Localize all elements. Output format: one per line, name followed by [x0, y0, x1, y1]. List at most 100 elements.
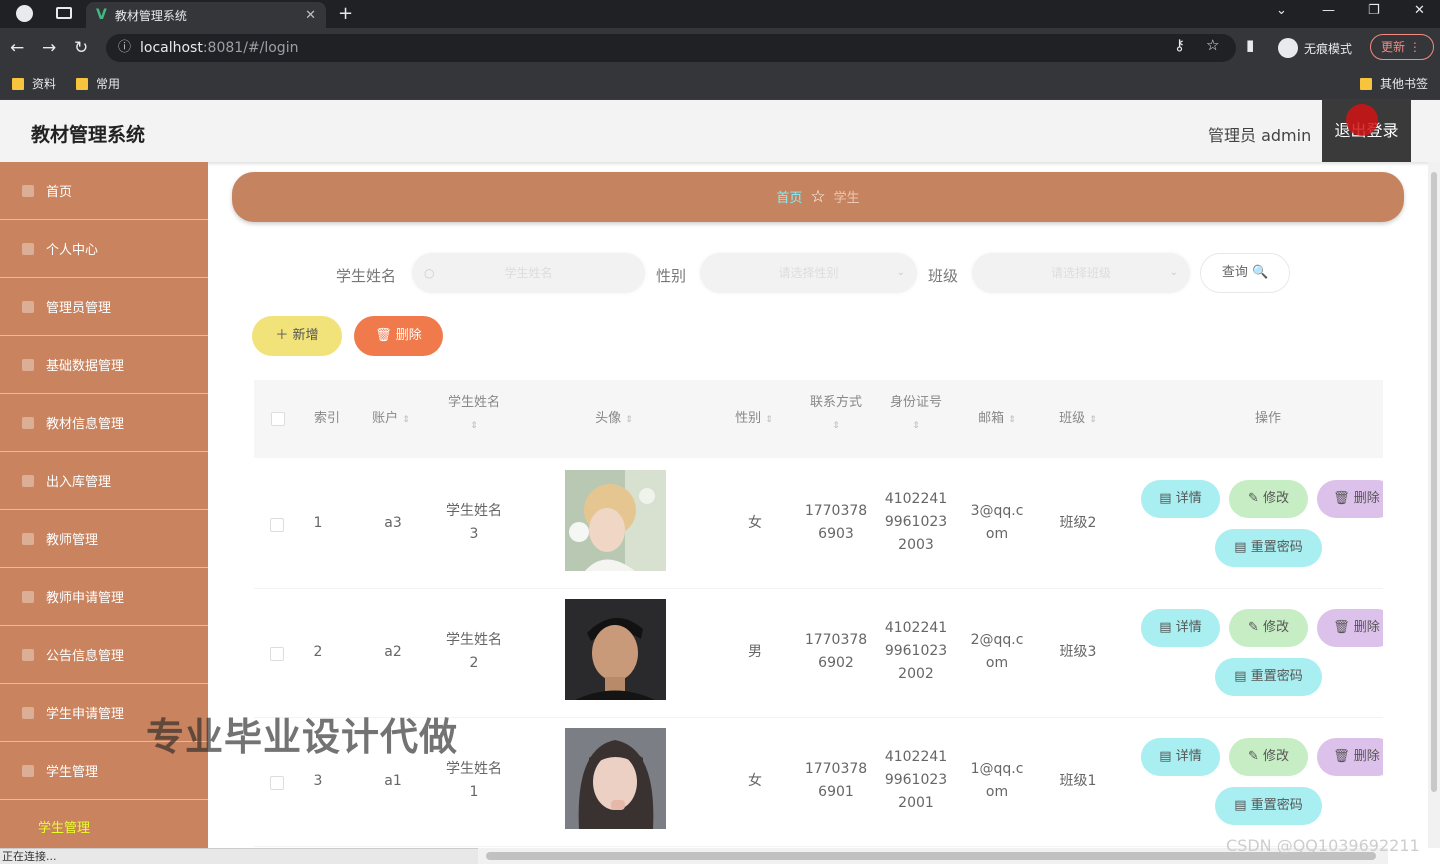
address-bar: ← → ↻ ⓘ localhost:8081/#/login ⚷ ☆ ▮ 无痕模…: [0, 28, 1440, 68]
sidebar-item-teacher-apply[interactable]: 教师申请管理: [0, 568, 208, 626]
sidebar-item-label: 出入库管理: [46, 475, 112, 490]
browser-tab[interactable]: V 教材管理系统 ✕: [86, 2, 326, 28]
edit-button[interactable]: ✎ 修改: [1229, 480, 1308, 518]
select-all-checkbox[interactable]: [271, 412, 285, 426]
name-search-input[interactable]: ○ 学生姓名: [412, 253, 645, 293]
browser-profile-icon[interactable]: [16, 5, 33, 22]
gender-label: 性别: [656, 267, 687, 285]
sidebar-item-profile[interactable]: 个人中心: [0, 220, 208, 278]
url-input[interactable]: ⓘ localhost:8081/#/login: [106, 34, 1236, 62]
sidepanel-icon[interactable]: ▮: [1246, 36, 1254, 54]
home-icon: [22, 184, 34, 197]
scrollbar-thumb[interactable]: [1431, 172, 1437, 792]
th-account-label: 账户: [372, 411, 399, 426]
th-gender-label: 性别: [735, 411, 762, 426]
key-icon[interactable]: ⚷: [1174, 36, 1185, 54]
app-title: 教材管理系统: [31, 124, 146, 146]
apply-icon: [22, 590, 34, 603]
cell-phone: 1770378 6902: [804, 632, 868, 671]
th-avatar-label: 头像: [595, 411, 622, 426]
avatar-photo-female-blonde: [565, 470, 666, 571]
table-header: 索引 账户 ⇕ 学生姓名 ⇕ 头像 ⇕ 性别 ⇕ 联系方式 ⇕ 身份证号 ⇕ 邮箱 ⇕…: [254, 380, 1383, 458]
incognito-icon: [1278, 38, 1298, 58]
edit-button[interactable]: ✎ 修改: [1229, 738, 1308, 776]
sidebar-item-teacher[interactable]: 教师管理: [0, 510, 208, 568]
delete-button[interactable]: 🗑 删除: [1317, 738, 1383, 776]
breadcrumb-home[interactable]: 首页: [776, 191, 802, 206]
reset-password-button[interactable]: ▤ 重置密码: [1215, 658, 1322, 696]
th-gender[interactable]: 性别 ⇕: [704, 408, 804, 431]
th-phone-label: 联系方式: [809, 395, 862, 410]
back-icon[interactable]: ←: [10, 38, 24, 58]
batch-delete-button[interactable]: 🗑 删除: [354, 316, 443, 356]
th-idcard-label: 身份证号: [889, 395, 942, 410]
row-checkbox[interactable]: [270, 776, 284, 790]
detail-button[interactable]: ▤ 详情: [1141, 738, 1220, 776]
th-name[interactable]: 学生姓名 ⇕: [434, 392, 514, 437]
student-icon: [22, 764, 34, 777]
tab-close-icon[interactable]: ✕: [305, 8, 316, 23]
tab-search-icon[interactable]: [56, 7, 72, 19]
minimize-icon[interactable]: —: [1322, 3, 1335, 18]
edit-button[interactable]: ✎ 修改: [1229, 609, 1308, 647]
sidebar-item-notice[interactable]: 公告信息管理: [0, 626, 208, 684]
new-tab-button[interactable]: +: [338, 3, 353, 24]
detail-button[interactable]: ▤ 详情: [1141, 609, 1220, 647]
tab-title: 教材管理系统: [114, 8, 187, 23]
th-account[interactable]: 账户 ⇕: [360, 408, 422, 431]
bookmark-folder-0[interactable]: 资料: [12, 75, 56, 92]
user-icon: [22, 242, 34, 255]
bookmark-star-icon[interactable]: ☆: [1206, 36, 1219, 54]
detail-button[interactable]: ▤ 详情: [1141, 480, 1220, 518]
tab-list-icon[interactable]: ⌄: [1276, 3, 1287, 18]
row-checkbox[interactable]: [270, 518, 284, 532]
sidebar-item-label: 首页: [46, 185, 73, 200]
sidebar-subitem-student[interactable]: 学生管理: [0, 800, 208, 848]
sidebar-item-admin[interactable]: 管理员管理: [0, 278, 208, 336]
sidebar-item-home[interactable]: 首页: [0, 162, 208, 220]
th-avatar[interactable]: 头像 ⇕: [554, 408, 674, 431]
cell-idcard: 4102241 9961023 2003: [884, 491, 948, 553]
gender-select[interactable]: 请选择性别 ⌄: [700, 253, 917, 293]
delete-button[interactable]: 🗑 删除: [1317, 609, 1383, 647]
th-idcard[interactable]: 身份证号 ⇕: [876, 392, 956, 437]
vertical-scrollbar[interactable]: [1428, 162, 1440, 848]
th-phone[interactable]: 联系方式 ⇕: [796, 392, 876, 437]
th-name-label: 学生姓名: [447, 395, 500, 410]
bookmark-folder-1[interactable]: 常用: [76, 75, 120, 92]
restore-icon[interactable]: ❐: [1368, 3, 1380, 18]
other-bookmarks[interactable]: 其他书签: [1360, 75, 1428, 92]
forward-icon[interactable]: →: [42, 38, 56, 58]
class-select[interactable]: 请选择班级 ⌄: [972, 253, 1190, 293]
th-index: 索引: [313, 411, 340, 426]
site-info-icon[interactable]: ⓘ: [118, 34, 131, 62]
th-operation: 操作: [1254, 411, 1281, 426]
reload-icon[interactable]: ↻: [74, 38, 88, 58]
th-email[interactable]: 邮箱 ⇕: [960, 408, 1034, 431]
update-button[interactable]: 更新 ⋮: [1370, 34, 1434, 60]
sidebar-item-basedata[interactable]: 基础数据管理: [0, 336, 208, 394]
table-row: 1 a3 学生姓名 3 女 1770378 6903 4102241 99610…: [254, 460, 1383, 589]
close-window-icon[interactable]: ✕: [1414, 3, 1425, 18]
cell-index: 2: [313, 644, 323, 660]
cell-name: 学生姓名 2: [446, 632, 502, 671]
folder-icon: [76, 77, 88, 90]
student-table: 索引 账户 ⇕ 学生姓名 ⇕ 头像 ⇕ 性别 ⇕ 联系方式 ⇕ 身份证号 ⇕ 邮箱 ⇕…: [254, 380, 1383, 848]
mouse-cursor-highlight: [1346, 104, 1378, 136]
add-button[interactable]: ＋ 新增: [252, 316, 342, 356]
table-row: 2 a2 学生姓名 2 男 1770378 6902 4102241 99610…: [254, 589, 1383, 718]
sidebar-item-textbook[interactable]: 教材信息管理: [0, 394, 208, 452]
reset-password-button[interactable]: ▤ 重置密码: [1215, 529, 1322, 567]
delete-button[interactable]: 🗑 删除: [1317, 480, 1383, 518]
row-checkbox[interactable]: [270, 647, 284, 661]
sidebar-item-label: 个人中心: [46, 243, 99, 258]
sort-icon: ⇕: [625, 415, 633, 425]
reset-password-button[interactable]: ▤ 重置密码: [1215, 787, 1322, 825]
th-class[interactable]: 班级 ⇕: [1042, 408, 1114, 431]
query-button[interactable]: 查询 🔍: [1200, 253, 1290, 293]
sidebar-item-inventory[interactable]: 出入库管理: [0, 452, 208, 510]
cell-gender: 女: [748, 515, 762, 531]
incognito-indicator[interactable]: 无痕模式: [1278, 34, 1352, 62]
cell-account: a3: [384, 515, 402, 531]
cell-name: 学生姓名 3: [446, 503, 502, 542]
